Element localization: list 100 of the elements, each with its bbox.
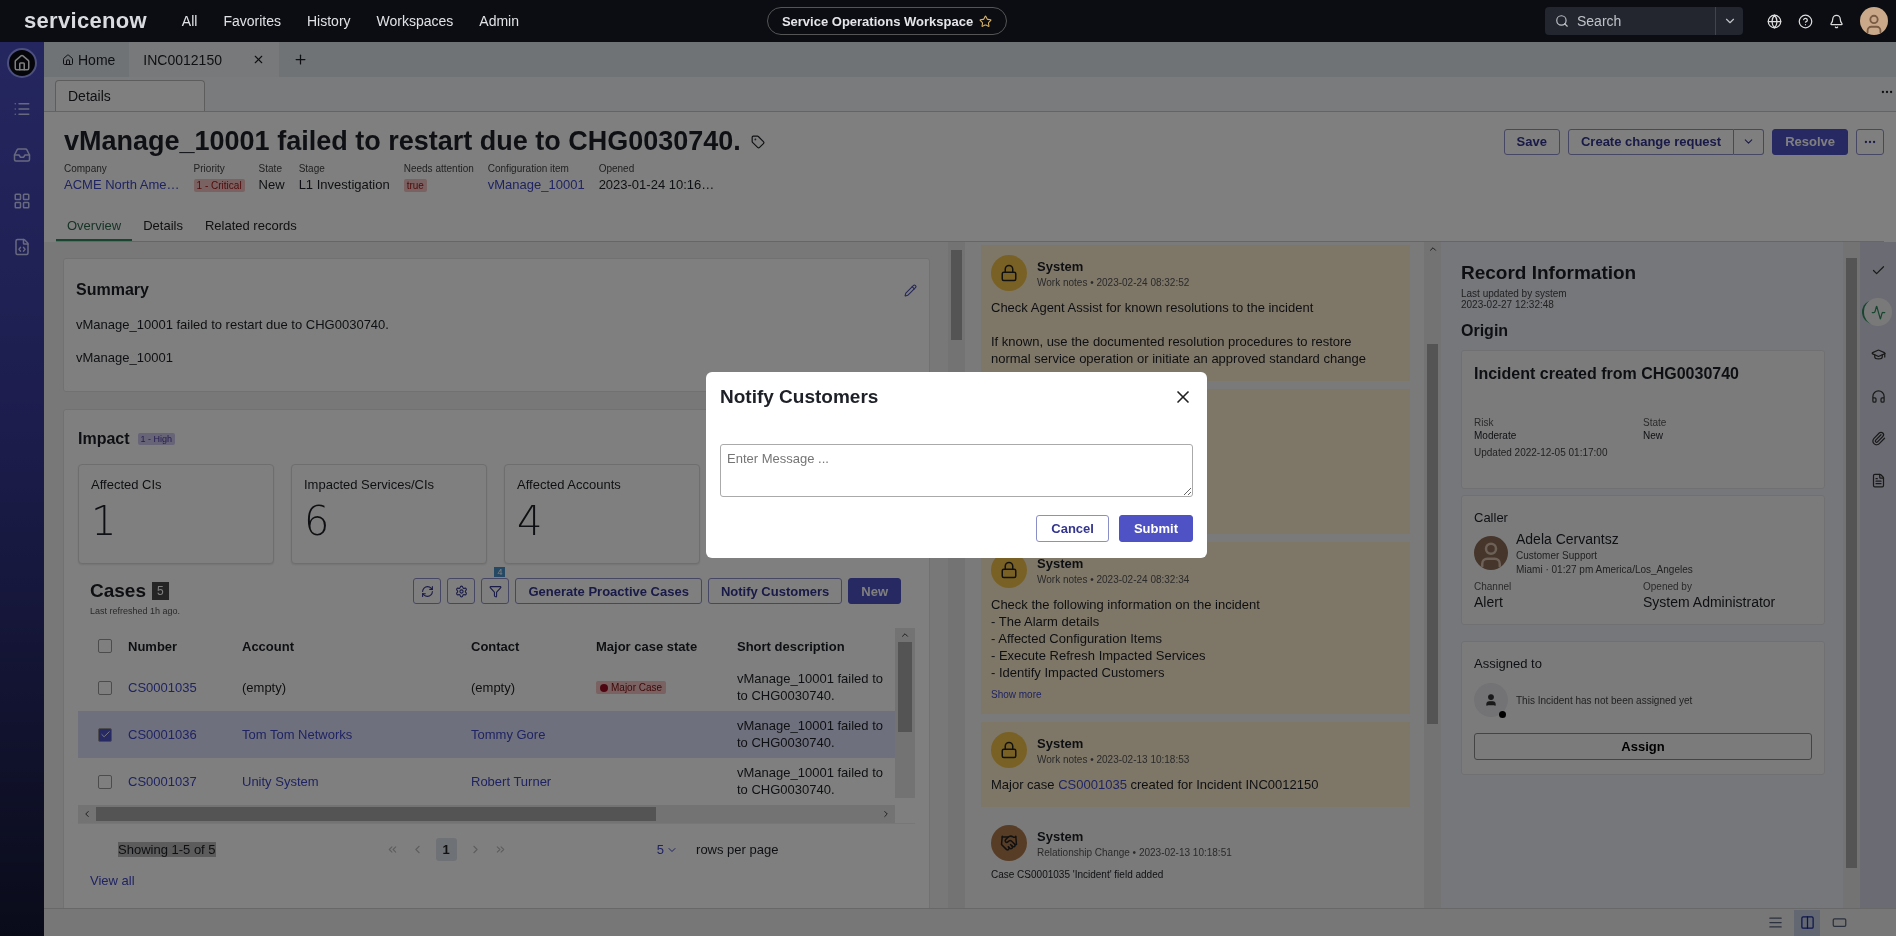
caller-role: Customer Support <box>1516 550 1599 561</box>
tab[interactable]: Related records <box>193 212 308 241</box>
field-label: Risk <box>1474 417 1495 428</box>
entry-text: Check Agent Assist for known resolutions to the incident If known, use the documented resolution procedures to restore normal service operation or initiate an approved standard change <box>991 299 1368 367</box>
case-link[interactable]: CS0001037 <box>128 774 242 789</box>
scroll-right-icon[interactable] <box>881 809 891 819</box>
column-header[interactable]: Number <box>128 638 242 654</box>
origin-title: Incident created from CHG0030740 <box>1474 365 1740 383</box>
search-field[interactable]: Search <box>1545 7 1743 35</box>
entry-text: Major case CS0001035 created for Incident INC0012150 <box>991 776 1320 793</box>
action-button[interactable]: Resolve <box>1772 128 1848 155</box>
nav-link[interactable]: Admin <box>479 13 519 29</box>
row-checkbox[interactable] <box>98 774 112 789</box>
field-badge: true <box>403 179 427 192</box>
bell-icon[interactable] <box>1829 13 1844 29</box>
action-button[interactable]: Save <box>1503 128 1560 155</box>
updated-by-text: Last updated by system <box>1461 288 1568 299</box>
submit-button[interactable]: Submit <box>1118 515 1193 542</box>
scroll-up-icon[interactable] <box>900 630 910 640</box>
nav-link[interactable]: Favorites <box>223 13 281 29</box>
message-field[interactable]: Enter Message ... <box>720 444 1193 497</box>
action-button[interactable]: New <box>848 578 901 604</box>
contact-link[interactable]: Tommy Gore <box>471 727 596 742</box>
filter-button[interactable] <box>481 578 510 604</box>
activity-icon[interactable] <box>1864 298 1892 326</box>
action-button[interactable]: Generate Proactive Cases <box>515 578 702 604</box>
column-header[interactable]: Contact <box>471 638 596 654</box>
edit-icon[interactable] <box>904 283 917 297</box>
entry-text: Check the following information on the incident - The Alarm details - Affected Configuration Items - Execute Refresh Impacted Services - Identify Impacted Customers <box>991 596 1261 681</box>
caller-avatar <box>1474 536 1508 570</box>
entry-meta: Work notes • 2023-02-24 08:32:34 <box>1037 573 1190 585</box>
showing-text: Showing 1-5 of 5 <box>118 842 216 857</box>
horizontal-scrollbar[interactable] <box>78 805 895 823</box>
field-value: L1 Investigation <box>298 177 390 192</box>
field-label: Stage <box>298 163 326 174</box>
nav-link[interactable]: History <box>307 13 351 29</box>
caret-button[interactable] <box>1734 128 1765 155</box>
case-link[interactable]: CS0001036 <box>128 727 242 742</box>
field-badge: 1 - Critical <box>193 179 245 192</box>
dialog-title: Notify Customers <box>720 386 879 408</box>
page-number[interactable]: 1 <box>435 838 457 861</box>
cancel-button[interactable]: Cancel <box>1036 515 1109 542</box>
tab[interactable]: Details <box>132 212 194 241</box>
panel-title: Record Information <box>1461 262 1638 284</box>
layout-icon[interactable] <box>1794 909 1820 936</box>
plus-icon <box>293 52 309 67</box>
case-link[interactable]: CS0001035 <box>128 680 242 695</box>
settings-button[interactable] <box>447 578 476 604</box>
field-value: New <box>1643 430 1664 441</box>
contact-link[interactable]: Robert Turner <box>471 774 596 789</box>
field-link[interactable]: vManage_10001 <box>487 177 585 192</box>
entry-meta: Work notes • 2023-02-24 08:32:52 <box>1037 276 1190 288</box>
caller-name: Adela Cervantsz <box>1516 531 1620 547</box>
assignment-note: This Incident has not been assigned yet <box>1516 694 1693 706</box>
refresh-button[interactable] <box>413 578 442 604</box>
account-link[interactable]: Unity System <box>242 774 471 789</box>
card-heading: Caller <box>1474 510 1509 525</box>
column-header[interactable]: Short description <box>737 638 892 654</box>
help-icon[interactable] <box>1798 13 1813 29</box>
globe-icon[interactable] <box>1767 13 1782 29</box>
metric-label: Affected CIs <box>91 477 163 492</box>
select-all-checkbox[interactable] <box>98 639 112 653</box>
tag-icon[interactable] <box>750 134 765 149</box>
scroll-up-icon[interactable] <box>1427 244 1438 254</box>
star-icon[interactable] <box>979 14 993 28</box>
account-link[interactable]: Tom Tom Networks <box>242 727 471 742</box>
column-header[interactable]: Major case state <box>596 638 737 654</box>
settings-icon <box>454 584 468 598</box>
rows-per-page-select[interactable]: 5 <box>656 842 679 857</box>
table-cell-text: vManage_10001 failed to to CHG0030740. <box>737 765 884 798</box>
metric-label: Impacted Services/CIs <box>304 477 436 492</box>
nav-link[interactable]: Workspaces <box>376 13 454 29</box>
action-button[interactable]: Notify Customers <box>707 578 843 604</box>
home-icon[interactable] <box>7 48 37 78</box>
scroll-left-icon[interactable] <box>82 809 92 819</box>
field-label: Company <box>64 163 108 174</box>
summary-text: vManage_10001 <box>76 350 174 365</box>
more-button[interactable] <box>1856 128 1884 155</box>
show-more-link[interactable]: Show more <box>991 689 1400 700</box>
tab[interactable]: INC0012150 <box>129 42 280 77</box>
scrollbar[interactable] <box>1843 242 1860 908</box>
tab[interactable]: Details <box>55 80 205 111</box>
user-avatar[interactable] <box>1860 7 1888 35</box>
column-header[interactable]: Account <box>242 638 471 654</box>
handshake-avatar-icon <box>991 825 1027 861</box>
nav-link[interactable]: All <box>181 13 198 29</box>
assign-button[interactable]: Assign <box>1474 733 1812 760</box>
entry-meta: Relationship Change • 2023-02-13 10:18:51 <box>1037 846 1232 858</box>
case-link[interactable]: CS0001035 <box>1058 777 1127 792</box>
caller-location: Miami · 01:27 pm America/Los_Angeles <box>1516 564 1693 575</box>
scrollbar[interactable] <box>1424 242 1441 908</box>
create-change-request-button[interactable]: Create change request <box>1567 128 1735 155</box>
table-scrollbar[interactable] <box>895 628 915 798</box>
view-all-link[interactable]: View all <box>78 861 915 888</box>
field-link[interactable]: ACME North Ame… <box>64 177 180 192</box>
row-checkbox[interactable] <box>98 727 112 742</box>
row-checkbox[interactable] <box>98 680 112 695</box>
major-case-tag: Major Case <box>596 681 667 694</box>
logo: servicenow <box>24 8 147 34</box>
summary-text: vManage_10001 failed to restart due to CHG0030740. <box>76 317 390 332</box>
